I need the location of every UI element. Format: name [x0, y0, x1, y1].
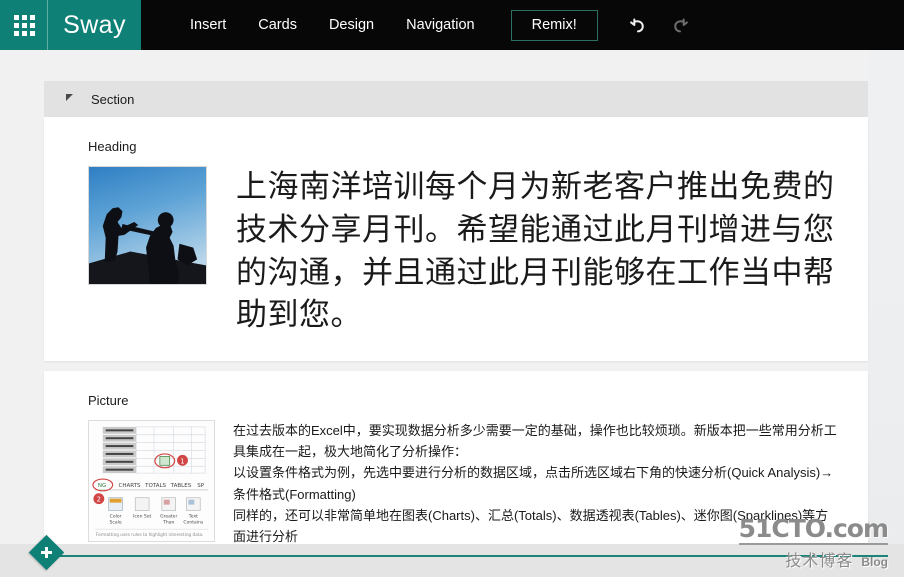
svg-text:TABLES: TABLES [170, 483, 192, 489]
heading-card[interactable]: Heading 上海南洋培训每个月为新老客户推出免费的技术分享月刊。希望能通过此… [44, 117, 868, 362]
undo-arrow-icon [629, 18, 644, 33]
undo-button[interactable] [626, 12, 650, 38]
add-card-line [52, 555, 888, 557]
history-controls [626, 0, 692, 50]
body-paragraph-2: 以设置条件格式为例，先选中要进行分析的数据区域，点击所选区域右下角的快速分析(Q… [233, 465, 834, 502]
heading-card-image[interactable] [88, 166, 207, 285]
picture-card-text[interactable]: 在过去版本的Excel中，要实现数据分析多少需要一定的基础，操作也比较烦琐。新版… [233, 420, 840, 547]
heading-card-label: Heading [88, 139, 137, 154]
svg-text:CHARTS: CHARTS [119, 483, 142, 489]
redo-arrow-icon [674, 18, 688, 33]
collapse-triangle-icon[interactable] [66, 94, 73, 101]
nav-item-navigation[interactable]: Navigation [390, 0, 491, 50]
nav-item-insert[interactable]: Insert [174, 0, 242, 50]
section-title: Section [91, 91, 135, 107]
climbers-silhouette-photo [89, 167, 206, 284]
svg-text:TOTALS: TOTALS [144, 483, 166, 489]
heading-card-text[interactable]: 上海南洋培训每个月为新老客户推出免费的技术分享月刊。希望能通过此月刊增进与您的沟… [236, 166, 840, 337]
body-paragraph-3: 同样的，还可以非常简单地在图表(Charts)、汇总(Totals)、数据透视表… [233, 507, 829, 544]
section-group: Section Heading 上海南洋培训每个月为新老客户推出免费的技术分享月… [44, 81, 868, 572]
brand-logo[interactable]: Sway [48, 0, 141, 50]
svg-text:Contains: Contains [183, 519, 203, 525]
main-navigation: Insert Cards Design Navigation [174, 0, 491, 50]
nav-item-design[interactable]: Design [313, 0, 390, 50]
app-launcher-grid-icon [13, 14, 35, 36]
background-gradient [868, 50, 904, 577]
picture-card-label: Picture [88, 393, 129, 409]
section-header[interactable]: Section [44, 81, 868, 117]
add-card-bar [0, 534, 904, 577]
storyline-canvas: Section Heading 上海南洋培训每个月为新老客户推出免费的技术分享月… [0, 50, 904, 577]
svg-text:Scale: Scale [109, 519, 121, 525]
svg-text:Color: Color [110, 513, 122, 519]
svg-text:2: 2 [97, 496, 101, 504]
picture-card-image[interactable]: 1 NG CHARTS TOTALS TABLES SP 2 Color Sca… [88, 420, 215, 543]
excel-quick-analysis-screenshot: 1 NG CHARTS TOTALS TABLES SP 2 ColorScal… [89, 421, 214, 542]
top-toolbar: Sway Insert Cards Design Navigation Remi… [0, 0, 904, 50]
nav-item-cards[interactable]: Cards [242, 0, 313, 50]
svg-text:1: 1 [180, 457, 184, 465]
svg-text:Than: Than [162, 519, 174, 525]
redo-button[interactable] [668, 12, 692, 38]
svg-text:NG: NG [98, 483, 106, 489]
svg-text:Text: Text [188, 513, 198, 519]
body-paragraph-1: 在过去版本的Excel中，要实现数据分析多少需要一定的基础，操作也比较烦琐。新版… [233, 423, 837, 460]
app-launcher-button[interactable] [0, 0, 48, 50]
picture-card[interactable]: Picture 1 NG CHARTS TOTALS TABLES SP 2 C… [44, 371, 868, 572]
remix-button[interactable]: Remix! [510, 9, 598, 41]
svg-text:Greater: Greater [160, 513, 177, 519]
svg-text:Formatting uses rules to highl: Formatting uses rules to highlight inter… [96, 532, 204, 537]
svg-text:Icon Set: Icon Set [133, 513, 152, 519]
svg-text:SP: SP [197, 483, 204, 489]
